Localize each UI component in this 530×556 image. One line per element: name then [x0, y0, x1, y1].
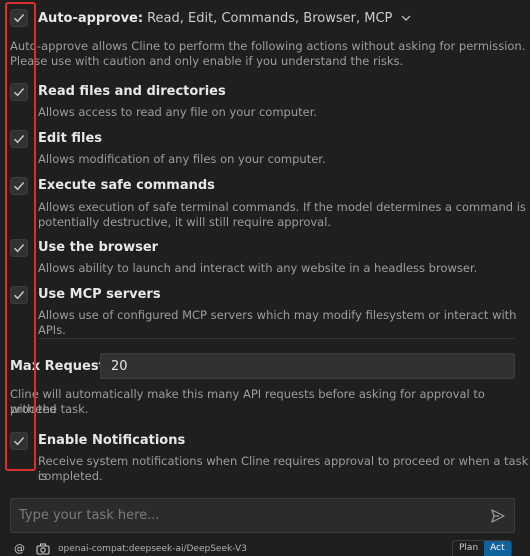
auto-approve-panel: Auto-approve: Read, Edit, Commands, Brow… [0, 0, 530, 556]
auto-approve-header[interactable]: Auto-approve: Read, Edit, Commands, Brow… [38, 9, 412, 27]
camera-icon[interactable] [36, 543, 50, 555]
send-icon[interactable] [490, 508, 506, 524]
auto-approve-description-line2: Please use with caution and only enable … [10, 54, 404, 68]
footer-bar: @ openai-compat:deepseek-ai/DeepSeek-V3 … [0, 540, 530, 556]
execute-commands-description-line1: Allows execution of safe terminal comman… [38, 200, 526, 214]
task-input-box[interactable]: Type your task here... [10, 498, 515, 533]
task-input[interactable]: Type your task here... [19, 508, 160, 523]
mode-toggle[interactable]: Plan Act [452, 540, 512, 556]
use-mcp-description: Allows use of configured MCP servers whi… [38, 308, 517, 337]
model-selector[interactable]: openai-compat:deepseek-ai/DeepSeek-V3 [58, 543, 247, 555]
auto-approve-description-line1: Auto-approve allows Cline to perform the… [10, 39, 526, 53]
checkbox-column-highlight [5, 2, 36, 471]
section-divider [38, 338, 515, 339]
plan-mode-button[interactable]: Plan [453, 541, 485, 556]
act-mode-button[interactable]: Act [484, 541, 511, 556]
mention-icon[interactable]: @ [14, 543, 25, 555]
chevron-down-icon[interactable] [400, 12, 412, 24]
read-files-description: Allows access to read any file on your c… [38, 105, 318, 119]
auto-approve-title: Auto-approve: [38, 10, 144, 26]
max-requests-input[interactable]: 20 [100, 353, 515, 379]
auto-approve-items: Read, Edit, Commands, Browser, MCP [147, 10, 393, 26]
edit-files-description: Allows modification of any files on your… [38, 152, 326, 166]
use-mcp-title: Use MCP servers [38, 287, 161, 302]
notifications-title: Enable Notifications [38, 433, 186, 448]
execute-commands-description-line2: potentially destructive, it will still r… [38, 215, 332, 229]
read-files-title: Read files and directories [38, 84, 226, 99]
use-browser-title: Use the browser [38, 240, 159, 255]
use-browser-description: Allows ability to launch and interact wi… [38, 261, 478, 275]
execute-commands-title: Execute safe commands [38, 178, 215, 193]
notifications-description-line2: completed. [38, 469, 103, 483]
notifications-description-line1: Receive system notifications when Cline … [38, 454, 529, 483]
edit-files-title: Edit files [38, 131, 103, 146]
